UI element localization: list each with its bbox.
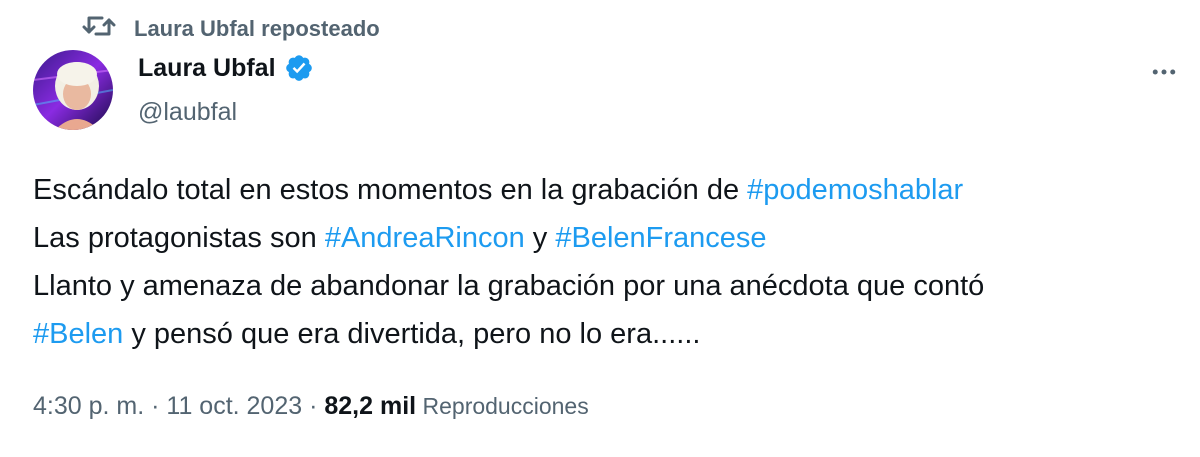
separator: · [144,392,167,420]
tweet-text-segment: Las protagonistas son [33,222,325,254]
tweet-time[interactable]: 4:30 p. m. [33,392,144,420]
author-handle[interactable]: @laubfal [138,98,237,127]
tweet-line: Escándalo total en estos momentos en la … [33,166,1183,214]
hashtag-link[interactable]: #podemoshablar [747,174,963,206]
hashtag-link[interactable]: #AndreaRincon [325,222,525,254]
avatar[interactable] [33,50,113,130]
views-label: Reproducciones [416,393,589,419]
repost-label: Laura Ubfal reposteado [134,16,380,41]
views-count: 82,2 mil [324,392,417,420]
tweet-line: Llanto y amenaza de abandonar la grabaci… [33,262,1183,310]
tweet-text-segment: y pensó que era divertida, pero no lo er… [123,318,701,350]
tweet-date[interactable]: 11 oct. 2023 [166,392,302,420]
more-options-icon[interactable] [1144,52,1184,92]
author-name[interactable]: Laura Ubfal [138,54,276,83]
tweet-text-segment: Escándalo total en estos momentos en la … [33,174,748,206]
tweet-text: Escándalo total en estos momentos en la … [33,166,1183,358]
tweet-text-segment: y [524,222,556,254]
repost-icon [82,12,116,46]
separator: · [302,392,325,420]
verified-badge-icon[interactable] [284,53,314,83]
tweet-line: #Belen y pensó que era divertida, pero n… [33,310,1183,358]
tweet-text-segment: Llanto y amenaza de abandonar la grabaci… [33,270,985,302]
tweet-line: Las protagonistas son #AndreaRincon y #B… [33,214,1183,262]
repost-indicator[interactable]: Laura Ubfal reposteado [82,12,380,46]
hashtag-link[interactable]: #Belen [33,318,123,350]
hashtag-link[interactable]: #BelenFrancese [555,222,766,254]
tweet-metadata: 4:30 p. m. · 11 oct. 2023 · 82,2 mil Rep… [33,392,589,421]
